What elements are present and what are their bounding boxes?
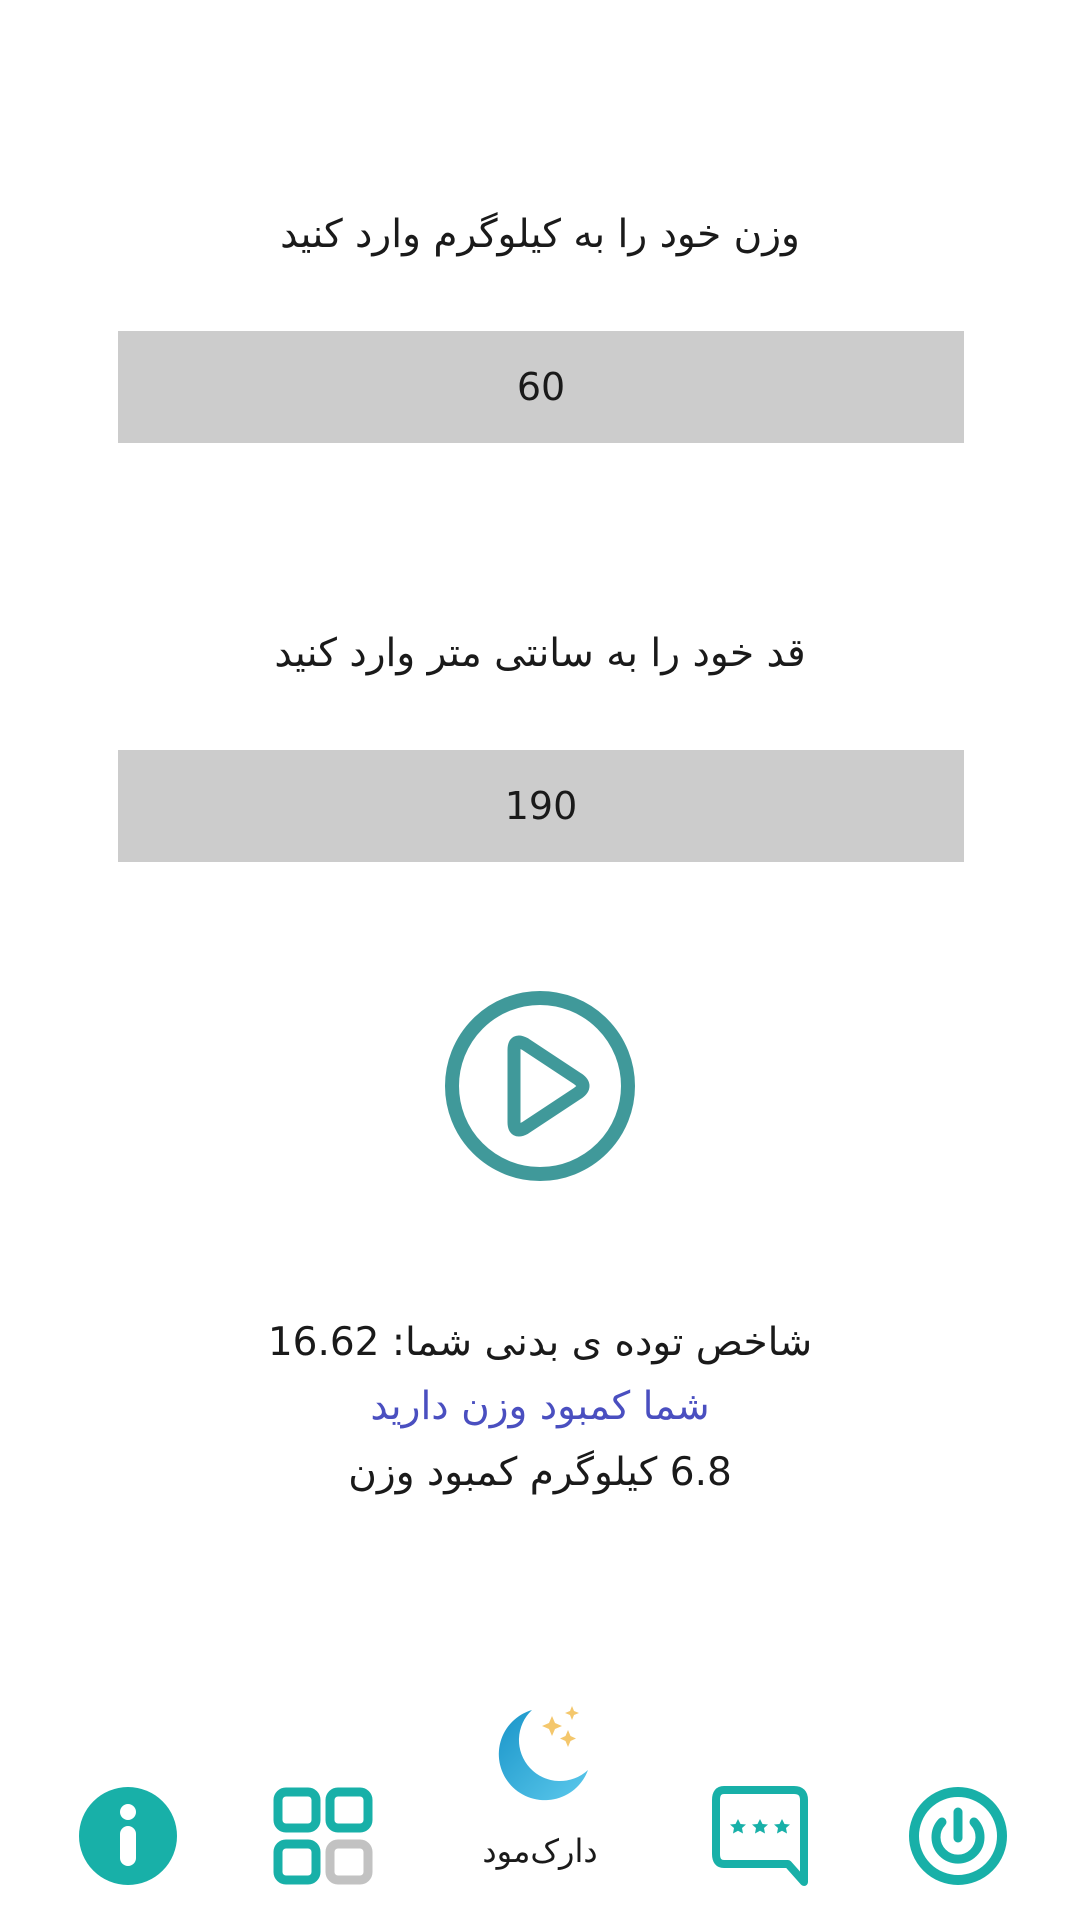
power-button[interactable] (908, 1786, 1008, 1886)
info-icon (79, 1787, 177, 1885)
play-circle-icon (445, 991, 635, 1181)
info-button[interactable] (78, 1786, 178, 1886)
rate-button[interactable] (710, 1784, 812, 1888)
weight-input[interactable] (118, 331, 964, 443)
power-icon (909, 1787, 1007, 1885)
height-input[interactable] (118, 750, 964, 862)
calculate-button[interactable] (442, 988, 638, 1184)
apps-button[interactable] (272, 1786, 374, 1886)
dark-mode-button[interactable] (488, 1700, 592, 1804)
grid-apps-icon (273, 1787, 373, 1885)
height-label: قد خود را به سانتی متر وارد کنید (274, 631, 806, 676)
weight-label: وزن خود را به کیلوگرم وارد کنید (280, 212, 800, 257)
weight-deficit: 6.8 کیلوگرم کمبود وزن (348, 1450, 732, 1495)
moon-stars-icon (498, 1706, 588, 1801)
weight-status: شما کمبود وزن دارید (370, 1384, 710, 1429)
rating-message-icon (712, 1786, 808, 1886)
bmi-result: شاخص توده ی بدنی شما: 16.62 (267, 1320, 813, 1365)
dark-mode-label: دارک‌مود (482, 1832, 598, 1870)
